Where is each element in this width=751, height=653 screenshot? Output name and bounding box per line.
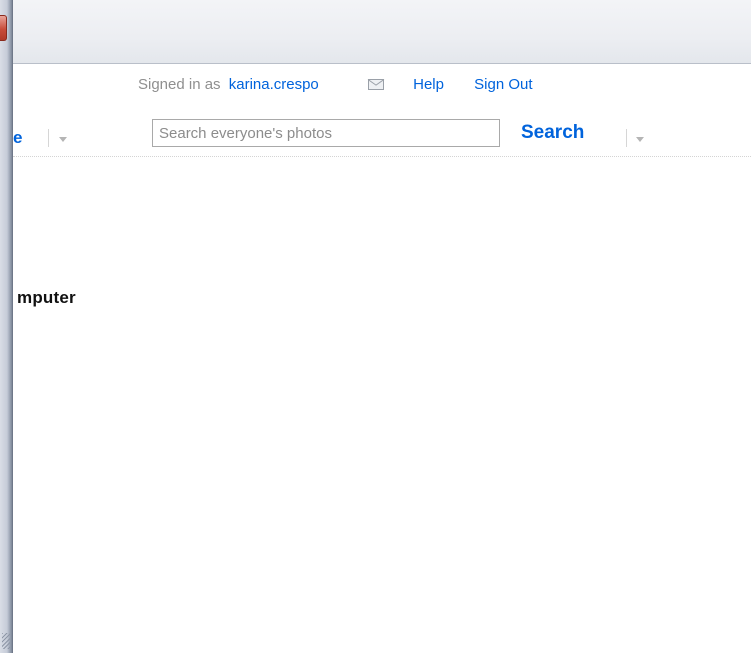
nav-row: e Search — [13, 118, 751, 157]
search-button[interactable]: Search — [521, 122, 584, 144]
search-options-chevron-down-icon[interactable] — [636, 137, 644, 142]
nav-menu-item-truncated[interactable]: e — [13, 128, 22, 148]
mail-icon[interactable] — [367, 78, 384, 90]
browser-toolbar — [13, 0, 751, 64]
close-button[interactable] — [0, 15, 7, 41]
user-bar: Signed in as karina.crespo Help Sign Out — [138, 75, 533, 97]
screenshot-root: Signed in as karina.crespo Help Sign Out… — [0, 0, 751, 653]
signed-in-label: Signed in as — [138, 75, 221, 93]
nav-separator — [48, 129, 49, 147]
username-link[interactable]: karina.crespo — [229, 76, 319, 93]
dialog-window-edge — [0, 0, 13, 653]
chevron-down-icon[interactable] — [59, 137, 67, 142]
web-page: Signed in as karina.crespo Help Sign Out… — [13, 64, 751, 653]
help-link[interactable]: Help — [413, 76, 444, 93]
resize-grip-icon[interactable] — [2, 633, 10, 649]
page-heading-fragment: mputer — [17, 288, 76, 307]
nav-separator — [626, 129, 627, 147]
search-input[interactable] — [152, 119, 500, 147]
sign-out-link[interactable]: Sign Out — [474, 76, 532, 93]
